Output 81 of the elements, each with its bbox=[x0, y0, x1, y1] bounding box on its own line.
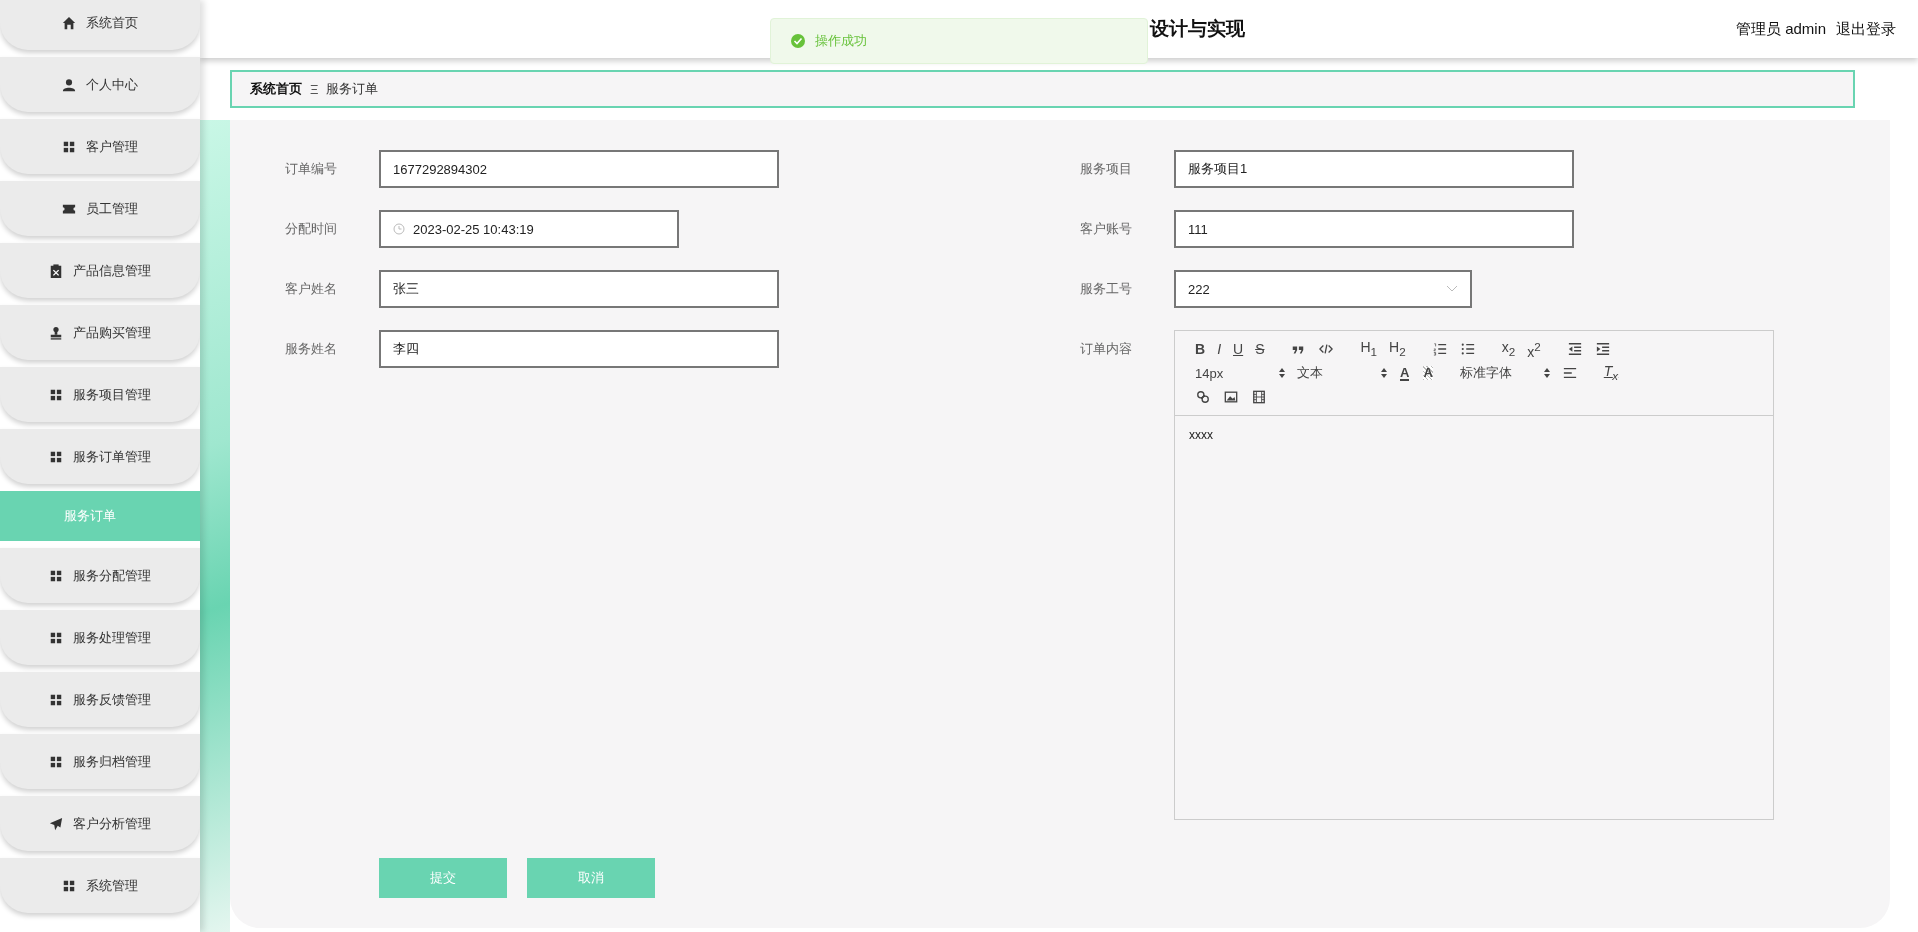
grid-icon bbox=[49, 387, 63, 402]
text-input[interactable]: 李四 bbox=[379, 330, 779, 368]
film-icon[interactable] bbox=[1252, 390, 1266, 404]
field-label: 分配时间 bbox=[285, 220, 338, 238]
outdent-icon[interactable] bbox=[1567, 342, 1582, 356]
sidebar-item[interactable]: 系统管理 bbox=[0, 858, 200, 913]
sidebar-item[interactable]: 员工管理 bbox=[0, 181, 200, 236]
sidebar-item[interactable]: 服务处理管理 bbox=[0, 610, 200, 665]
text-input[interactable]: 服务项目1 bbox=[1174, 150, 1574, 188]
grid-icon bbox=[62, 139, 76, 154]
grid-icon bbox=[49, 449, 63, 464]
text-input[interactable]: 111 bbox=[1174, 210, 1574, 248]
underline-tool[interactable]: U bbox=[1227, 340, 1250, 358]
sidebar-item[interactable]: 产品信息管理 bbox=[0, 243, 200, 298]
field-label: 服务姓名 bbox=[285, 340, 338, 358]
format-tool[interactable]: x$^{2}$ bbox=[1521, 337, 1547, 361]
paper-plane-icon bbox=[49, 816, 63, 831]
field-label: 订单编号 bbox=[285, 160, 338, 178]
italic-tool[interactable]: I bbox=[1211, 340, 1227, 358]
sidebar-item[interactable]: 服务订单管理 bbox=[0, 429, 200, 484]
breadcrumb-item: 服务订单 bbox=[326, 80, 379, 98]
chevron-down-icon bbox=[1446, 285, 1458, 293]
check-circle-icon bbox=[791, 34, 805, 48]
user-icon bbox=[62, 77, 76, 92]
strikethrough-tool[interactable]: S bbox=[1249, 340, 1271, 358]
text-input[interactable]: 1677292894302 bbox=[379, 150, 779, 188]
field-label: 客户账号 bbox=[1080, 220, 1133, 238]
sidebar-item[interactable]: 客户管理 bbox=[0, 119, 200, 174]
bold-tool[interactable]: B bbox=[1189, 340, 1212, 358]
select-value: 222 bbox=[1188, 281, 1210, 297]
align-left-icon[interactable] bbox=[1562, 366, 1577, 380]
clipboard-icon bbox=[49, 263, 63, 278]
app-title: 设计与实现 bbox=[1150, 17, 1245, 41]
toast-message: 操作成功 bbox=[815, 32, 867, 50]
sidebar-item[interactable]: 服务归档管理 bbox=[0, 734, 200, 789]
select-field[interactable]: 222 bbox=[1174, 270, 1472, 308]
sidebar-item[interactable]: 服务项目管理 bbox=[0, 367, 200, 422]
editor-content[interactable]: xxxx bbox=[1175, 416, 1773, 819]
date-value: 2023-02-25 10:43:19 bbox=[413, 221, 534, 237]
field-label: 服务项目 bbox=[1080, 160, 1133, 178]
breadcrumb-item[interactable]: 系统首页 bbox=[250, 80, 302, 98]
clock-icon bbox=[393, 223, 405, 235]
breadcrumb-separator: Ξ bbox=[310, 81, 319, 97]
sidebar-item[interactable]: 个人中心 bbox=[0, 57, 200, 112]
numbered-list-icon[interactable] bbox=[1432, 342, 1447, 356]
grid-icon bbox=[62, 878, 76, 893]
text-input[interactable]: 张三 bbox=[379, 270, 779, 308]
user-label: 管理员 admin bbox=[1735, 19, 1826, 39]
toolbar-picker[interactable]: 14px bbox=[1189, 365, 1291, 381]
date-input[interactable]: 2023-02-25 10:43:19 bbox=[379, 210, 679, 248]
sidebar-item[interactable]: 产品购买管理 bbox=[0, 305, 200, 360]
text-color-tool[interactable]: A bbox=[1400, 365, 1410, 381]
code-icon[interactable] bbox=[1319, 342, 1334, 356]
sidebar-item[interactable]: 服务反馈管理 bbox=[0, 672, 200, 727]
format-tool[interactable]: x$_{2}$ bbox=[1495, 337, 1522, 361]
background-color-tool[interactable]: A bbox=[1423, 366, 1433, 380]
sidebar-item[interactable]: 客户分析管理 bbox=[0, 796, 200, 851]
clear-format-tool[interactable]: T$_{x}$ bbox=[1597, 361, 1625, 385]
grid-icon bbox=[49, 754, 63, 769]
grid-icon bbox=[49, 692, 63, 707]
field-label: 客户姓名 bbox=[285, 280, 338, 298]
sidebar-item[interactable]: 系统首页 bbox=[0, 0, 200, 50]
indent-icon[interactable] bbox=[1595, 342, 1610, 356]
up-down-icon bbox=[1279, 368, 1285, 378]
toolbar-picker[interactable]: 文本 bbox=[1291, 364, 1393, 382]
stamp-icon bbox=[49, 325, 63, 340]
format-tool[interactable]: H$_{2}$ bbox=[1383, 337, 1412, 361]
field-label: 订单内容 bbox=[1080, 340, 1133, 358]
image-icon[interactable] bbox=[1224, 390, 1238, 404]
sidebar-item[interactable]: 服务分配管理 bbox=[0, 548, 200, 603]
field-label: 服务工号 bbox=[1080, 280, 1133, 298]
link-icon[interactable] bbox=[1196, 390, 1210, 404]
up-down-icon bbox=[1381, 368, 1387, 378]
home-icon bbox=[62, 15, 76, 30]
grid-icon bbox=[49, 568, 63, 583]
logout-link[interactable]: 退出登录 bbox=[1836, 19, 1896, 39]
format-tool[interactable]: H$_{1}$ bbox=[1354, 337, 1384, 361]
grid-icon bbox=[49, 630, 63, 645]
bullet-list-icon[interactable] bbox=[1460, 342, 1475, 356]
toolbar-picker[interactable]: 标准字体 bbox=[1453, 364, 1556, 382]
up-down-icon bbox=[1543, 368, 1550, 378]
